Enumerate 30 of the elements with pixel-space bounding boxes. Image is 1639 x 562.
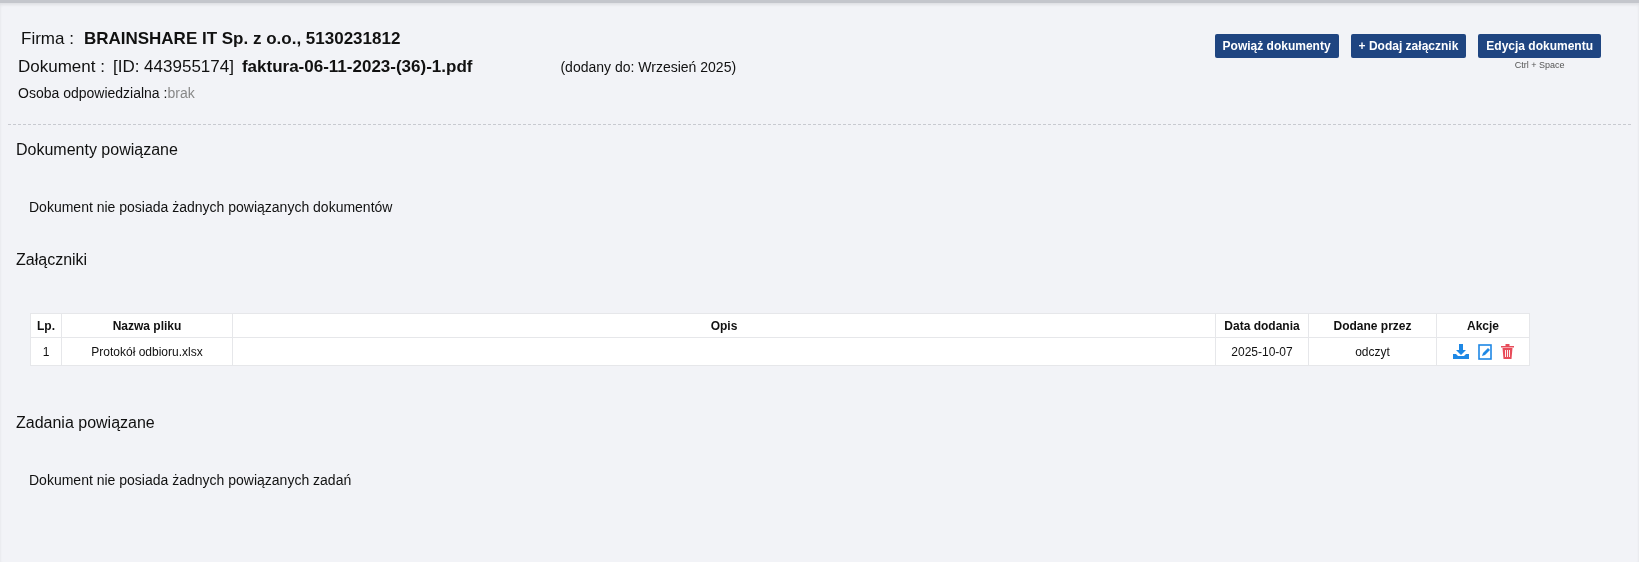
section-title: Załączniki: [15, 250, 89, 269]
trash-icon[interactable]: [1500, 344, 1514, 359]
action-button[interactable]: Powiąż dokumenty: [1214, 34, 1339, 58]
document-label: Dokument :: [18, 57, 105, 77]
column-header: Nazwa pliku: [61, 313, 233, 338]
document-id: [ID: 443955174]: [112, 57, 234, 77]
owner-label: Osoba odpowiedzialna :: [18, 85, 168, 101]
column-header: Opis: [232, 313, 1216, 338]
added-to-text: (dodany do: Wrzesień 2025): [560, 59, 737, 75]
table-cell: odczyt: [1308, 337, 1437, 366]
company-name: BRAINSHARE IT Sp. z o.o., 5130231812: [83, 29, 401, 49]
section-title: Zadania powiązane: [15, 413, 156, 432]
column-header: Akcje: [1436, 313, 1530, 338]
table-cell: Protokół odbioru.xlsx: [61, 337, 233, 366]
column-header: Dodane przez: [1308, 313, 1437, 338]
company-label: Firma :: [21, 29, 74, 49]
action-button[interactable]: + Dodaj załącznik: [1350, 34, 1467, 58]
empty-message: Dokument nie posiada żadnych powiązanych dokumentów: [28, 198, 394, 215]
edit-icon[interactable]: [1477, 343, 1492, 360]
section-title: Dokumenty powiązane: [15, 140, 179, 159]
owner-value: brak: [167, 85, 195, 101]
document-name: faktura-06-11-2023-(36)-1.pdf: [241, 57, 473, 77]
column-header: Data dodania: [1215, 313, 1309, 338]
table-cell: 1: [30, 337, 62, 366]
table-cell: 2025-10-07: [1215, 337, 1309, 366]
column-header: Lp.: [30, 313, 62, 338]
shortcut-hint: Ctrl + Space: [1514, 60, 1565, 70]
empty-message: Dokument nie posiada żadnych powiązanych zadań: [28, 471, 353, 488]
download-icon[interactable]: [1452, 344, 1469, 359]
action-button[interactable]: Edycja dokumentu: [1478, 34, 1601, 58]
